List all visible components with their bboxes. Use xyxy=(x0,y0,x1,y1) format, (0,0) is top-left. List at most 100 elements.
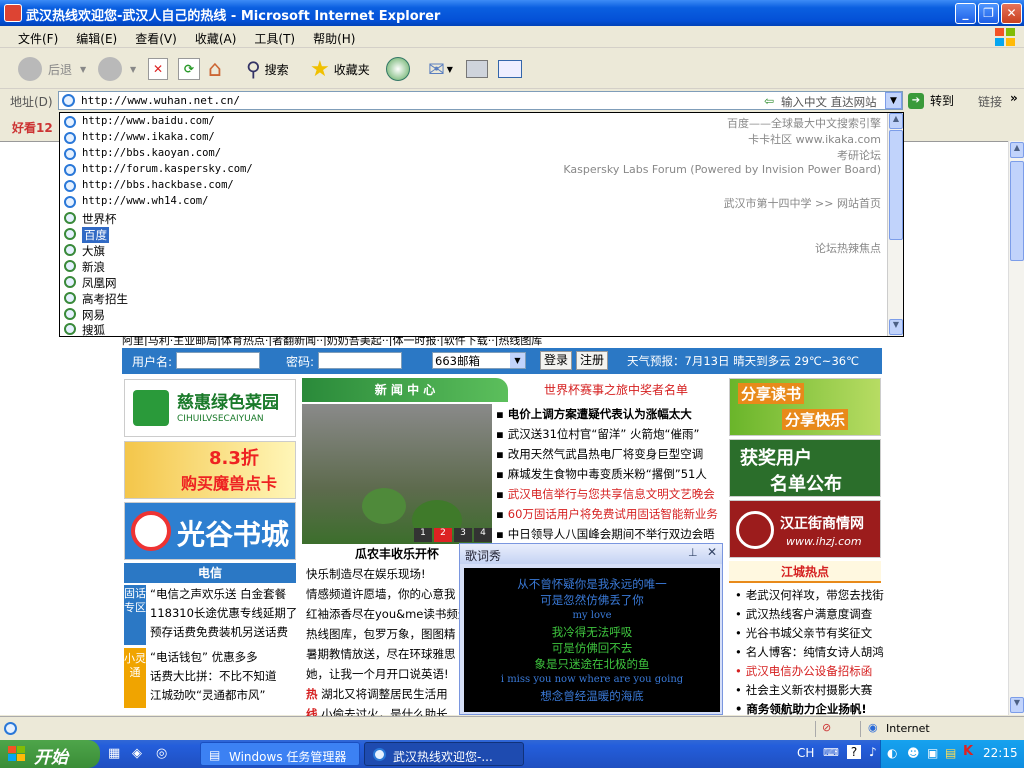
guanggu-bookstore-ad[interactable]: 光谷书城 xyxy=(124,502,296,560)
home-button[interactable]: ⌂ xyxy=(208,55,222,83)
back-dropdown-icon[interactable]: ▼ xyxy=(80,65,86,74)
telecom-item[interactable]: 话费大比拼：不比不知道 xyxy=(150,667,300,686)
dropdown-item-selected[interactable]: 百度 xyxy=(60,226,887,243)
lyrics-titlebar[interactable]: 歌词秀 ⊥ ✕ xyxy=(460,544,722,564)
links-bar-text[interactable]: 好看12 xyxy=(12,119,53,136)
news-lower-item[interactable]: 热线图库，包罗万象，图图精 xyxy=(306,624,462,644)
lyrics-window[interactable]: 歌词秀 ⊥ ✕ 从不曾怀疑你是我永远的唯一 可是忽然仿佛丢了你 my love … xyxy=(459,543,723,715)
news-item[interactable]: 武汉送31位村官“留洋” 火箭炮“催雨” xyxy=(496,426,700,442)
photo-page-3[interactable]: 3 xyxy=(454,528,472,542)
chevron-right-icon[interactable]: » xyxy=(1010,91,1018,105)
popup-blocked-icon[interactable]: ⊘ xyxy=(822,721,831,734)
hotspot-item[interactable]: 商务领航助力企业扬帆! xyxy=(733,701,866,717)
menu-tools[interactable]: 工具(T) xyxy=(254,30,295,47)
news-lower-item[interactable]: 快乐制造尽在娱乐现场! xyxy=(306,564,462,584)
dropdown-item[interactable]: 大旗 论坛热辣焦点 xyxy=(60,242,887,258)
dropdown-item[interactable]: http://bbs.kaoyan.com/考研论坛 xyxy=(60,146,887,162)
forward-button[interactable]: ▼ xyxy=(98,55,136,83)
dropdown-scroll-up-button[interactable]: ▲ xyxy=(889,113,903,129)
hotspot-item[interactable]: 武汉电信办公设备招标函 xyxy=(733,663,873,679)
taskbar-ie-window[interactable]: 武汉热线欢迎您-... xyxy=(364,742,524,766)
news-lower-item[interactable]: 红袖添香尽在you&me读书频道 xyxy=(306,604,462,624)
telecom-item[interactable]: 江城劲吹“灵通都市风” xyxy=(150,686,300,705)
dropdown-item[interactable]: http://www.baidu.com/百度——全球最大中文搜索引擎 xyxy=(60,114,887,130)
minimize-button[interactable]: _ xyxy=(955,3,976,24)
quicklaunch-desktop-icon[interactable]: ▦ xyxy=(108,746,120,761)
telecom-side-tab[interactable]: 固话专区 xyxy=(124,585,146,645)
hotspot-item[interactable]: 社会主义新农村摄影大赛 xyxy=(733,682,873,698)
hotspot-item[interactable]: 老武汉何祥攻，带您去找街 xyxy=(733,587,884,603)
tray-app-icon[interactable]: ◐ xyxy=(887,746,897,760)
dropdown-item[interactable]: 凤凰网 xyxy=(60,274,887,290)
dropdown-item[interactable]: http://bbs.hackbase.com/ xyxy=(60,178,887,194)
back-button[interactable]: 后退 ▼ xyxy=(18,55,86,83)
start-button[interactable]: 开始 xyxy=(0,740,100,768)
photo-page-4[interactable]: 4 xyxy=(474,528,492,542)
news-lower-item[interactable]: 暑期教情放送，尽在环球雅思 xyxy=(306,644,462,664)
news-item[interactable]: 电价上调方案遭疑代表认为涨幅太大 xyxy=(496,406,692,422)
dropdown-item[interactable]: http://www.wh14.com/武汉市第十四中学 >> 网站首页 xyxy=(60,194,887,210)
dropdown-scroll-thumb[interactable] xyxy=(889,130,903,240)
news-item[interactable]: 改用天然气武昌热电厂将变身巨型空调 xyxy=(496,446,704,462)
xiaolingtong-side-tab[interactable]: 小灵通 xyxy=(124,648,146,708)
refresh-button[interactable]: ⟳ xyxy=(178,55,200,83)
quicklaunch-media-icon[interactable]: ◎ xyxy=(156,746,167,761)
dropdown-item[interactable]: 高考招生 xyxy=(60,290,887,306)
news-item[interactable]: 60万固话用户将免费试用固话智能新业务 xyxy=(496,506,718,522)
print-button[interactable] xyxy=(466,55,488,83)
hotspot-item[interactable]: 武汉热线客户满意度调查 xyxy=(733,606,873,622)
input-language[interactable]: CH xyxy=(797,746,814,760)
dropdown-item[interactable]: http://forum.kaspersky.com/Kaspersky Lab… xyxy=(60,162,887,178)
title-bar[interactable]: 武汉热线欢迎您-武汉人自己的热线 - Microsoft Internet Ex… xyxy=(0,0,1024,26)
dropdown-scroll-down-button[interactable]: ▼ xyxy=(889,319,903,335)
username-input[interactable] xyxy=(176,352,260,369)
menu-help[interactable]: 帮助(H) xyxy=(313,30,355,47)
winners-ad[interactable]: 获奖用户 名单公布 xyxy=(729,439,881,497)
dropdown-item[interactable]: 世界杯 xyxy=(60,210,887,226)
news-lower-item[interactable]: 情感频道许愿墙，你的心意我 xyxy=(306,584,462,604)
login-button[interactable]: 登录 xyxy=(540,351,572,370)
clock[interactable]: 22:15 xyxy=(983,746,1018,760)
mail-button[interactable]: ✉ ▼ xyxy=(428,55,453,83)
photo-page-2[interactable]: 2 xyxy=(434,528,452,542)
help-icon[interactable]: ? xyxy=(847,745,861,759)
dropdown-item[interactable]: 网易 xyxy=(60,306,887,322)
lyrics-close-icon[interactable]: ✕ xyxy=(707,545,717,559)
wow-card-ad[interactable]: 8.3折 购买魔兽点卡 xyxy=(124,441,296,499)
address-input[interactable]: http://www.wuhan.net.cn/ ⇦ 输入中文 直达网站 ▼ xyxy=(58,91,903,110)
quicklaunch-app-icon[interactable]: ◈ xyxy=(132,746,142,761)
address-dropdown-button[interactable]: ▼ xyxy=(885,92,902,109)
volume-icon[interactable]: ♪ xyxy=(869,745,877,759)
telecom-item[interactable]: 预存话费免费装机另送话费 xyxy=(150,623,300,642)
dropdown-item[interactable]: 搜狐 xyxy=(60,321,887,337)
telecom-item[interactable]: 118310长途优惠专线延期了 xyxy=(150,604,300,623)
links-label[interactable]: 链接 xyxy=(978,93,1002,110)
scroll-up-button[interactable]: ▲ xyxy=(1010,142,1024,158)
hotspot-item[interactable]: 光谷书城父亲节有奖征文 xyxy=(733,625,873,641)
forward-dropdown-icon[interactable]: ▼ xyxy=(130,65,136,74)
scroll-down-button[interactable]: ▼ xyxy=(1010,697,1024,713)
favorites-button[interactable]: ★ 收藏夹 xyxy=(310,55,370,83)
telecom-item[interactable]: “电信之声欢乐送 白金套餐 xyxy=(150,585,300,604)
worldcup-promo-link[interactable]: 世界杯赛事之旅中奖者名单 xyxy=(544,381,688,398)
stop-button[interactable]: ✕ xyxy=(148,55,168,83)
menu-edit[interactable]: 编辑(E) xyxy=(76,30,117,47)
maximize-button[interactable]: ❐ xyxy=(978,3,999,24)
photo-page-1[interactable]: 1 xyxy=(414,528,432,542)
go-button[interactable]: ➔ 转到 xyxy=(908,92,954,109)
news-item[interactable]: 麻城发生食物中毒变质米粉“撂倒”51人 xyxy=(496,466,707,482)
dropdown-item[interactable]: http://www.ikaka.com/卡卡社区 www.ikaka.com xyxy=(60,130,887,146)
kaspersky-icon[interactable]: K xyxy=(963,744,973,759)
menu-file[interactable]: 文件(F) xyxy=(18,30,58,47)
password-input[interactable] xyxy=(318,352,402,369)
news-lower-item[interactable]: 她，让我一个月开口说英语! xyxy=(306,664,462,684)
dropdown-scrollbar[interactable]: ▲ ▼ xyxy=(887,113,903,336)
tray-app-icon[interactable]: ▣ xyxy=(927,746,938,760)
share-reading-ad[interactable]: 分享读书 分享快乐 xyxy=(729,378,881,436)
menu-favorites[interactable]: 收藏(A) xyxy=(195,30,237,47)
dropdown-item[interactable]: 新浪 xyxy=(60,258,887,274)
news-lower-item[interactable]: 湖北又将调整居民生活用 xyxy=(321,687,448,701)
news-item[interactable]: 武汉电信举行与您共享信息文明文艺晚会 xyxy=(496,486,715,502)
mailbox-select[interactable]: 663邮箱 ▼ xyxy=(432,352,526,369)
tray-app-icon[interactable]: ☻ xyxy=(907,746,920,760)
